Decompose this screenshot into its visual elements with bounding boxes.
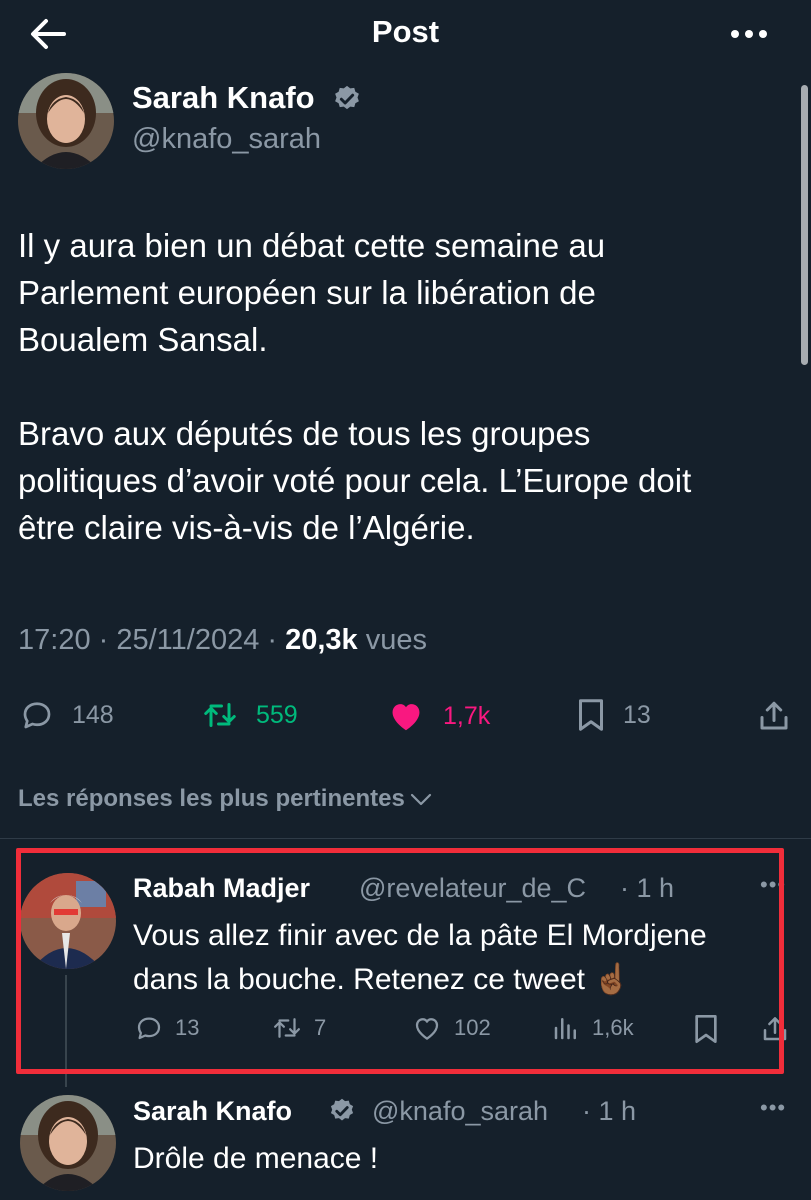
retweet-button[interactable]: 559 <box>200 697 298 733</box>
reply-views-count: 1,6k <box>592 1015 634 1040</box>
like-count: 1,7k <box>443 701 491 730</box>
reply-like-button[interactable]: 102 <box>410 1013 491 1043</box>
author-name[interactable]: Sarah Knafo <box>132 80 315 116</box>
avatar[interactable] <box>18 73 114 169</box>
tweet-timestamp[interactable]: 17:20 · 25/11/2024 · <box>18 624 285 656</box>
bookmark-button[interactable]: 13 <box>575 697 651 733</box>
heart-icon <box>415 1018 439 1040</box>
reply-text: Vous allez finir avec de la pâte El Mord… <box>133 914 707 1002</box>
author-handle[interactable]: @knafo_sarah <box>132 123 321 156</box>
tweet-text: Il y aura bien un débat cette semaine au… <box>18 222 798 551</box>
reply-retweet-button[interactable]: 7 <box>270 1013 326 1043</box>
verified-icon <box>330 1098 354 1121</box>
tweet-line: être claire vis-à-vis de l’Algérie. <box>18 509 475 546</box>
like-button[interactable]: 1,7k <box>385 697 490 735</box>
reply-text-line: Vous allez finir avec de la pâte El Mord… <box>133 919 707 952</box>
thread-line <box>65 975 67 1087</box>
tweet-line: Il y aura bien un débat cette semaine au <box>18 227 606 264</box>
tweet-line: politiques d’avoir voté pour cela. L’Eur… <box>18 462 692 499</box>
share-button[interactable] <box>756 697 792 735</box>
reply-share-button[interactable] <box>760 1013 790 1045</box>
tweet-line: Bravo aux députés de tous les groupes <box>18 415 591 452</box>
reply-author-handle[interactable]: @knafo_sarah <box>372 1096 548 1127</box>
divider <box>0 838 811 839</box>
retweet-icon <box>274 1018 300 1038</box>
reply-button[interactable]: 148 <box>18 697 114 733</box>
views-icon <box>554 1018 576 1040</box>
reply-time[interactable]: · 1 h <box>620 873 674 904</box>
reply-author-name[interactable]: Sarah Knafo <box>133 1096 292 1127</box>
reply-text-line: dans la bouche. Retenez ce tweet ☝🏾 <box>133 963 631 996</box>
page-title: Post <box>371 14 440 49</box>
views-label: vues <box>357 624 428 656</box>
bookmark-icon <box>579 699 603 731</box>
replies-sort-label: Les réponses les plus pertinentes <box>18 785 405 812</box>
reply-text: Drôle de menace ! <box>133 1142 379 1175</box>
reply-avatar[interactable] <box>20 873 116 969</box>
tweet-meta: 17:20 · 25/11/2024 · 20,3k vues <box>18 624 427 657</box>
retweet-count: 559 <box>256 700 298 729</box>
retweet-icon <box>204 703 236 727</box>
verified-icon <box>335 85 359 110</box>
reply-more-icon[interactable]: ••• <box>760 1095 786 1121</box>
share-icon <box>760 701 788 730</box>
scrollbar[interactable] <box>801 85 808 365</box>
chevron-down-icon <box>410 793 431 806</box>
reply-time[interactable]: · 1 h <box>582 1096 636 1127</box>
reply-icon <box>137 1017 161 1040</box>
reply-retweet-count: 7 <box>314 1015 327 1040</box>
view-count[interactable]: 20,3k <box>285 624 358 656</box>
reply-like-count: 102 <box>454 1015 491 1040</box>
reply-avatar[interactable] <box>20 1095 116 1191</box>
replies-sort-dropdown[interactable]: Les réponses les plus pertinentes <box>18 785 434 813</box>
reply-views-button[interactable]: 1,6k <box>550 1013 634 1043</box>
reply-author-name[interactable]: Rabah Madjer <box>133 873 310 904</box>
reply-more-icon[interactable]: ••• <box>760 872 786 898</box>
reply-count: 148 <box>72 700 114 729</box>
bookmark-count: 13 <box>623 700 651 729</box>
tweet-line: Parlement européen sur la libération de <box>18 274 596 311</box>
reply-author-handle[interactable]: @revelateur_de_C <box>359 873 586 904</box>
bookmark-icon <box>695 1015 717 1043</box>
reply-reply-count: 13 <box>175 1015 200 1040</box>
share-icon <box>763 1017 787 1041</box>
tweet-line: Boualem Sansal. <box>18 321 268 358</box>
more-icon[interactable] <box>730 28 768 40</box>
reply-reply-button[interactable]: 13 <box>133 1013 199 1043</box>
reply-icon <box>23 702 51 729</box>
top-bar: Post <box>0 0 811 70</box>
heart-icon <box>392 704 420 731</box>
reply-bookmark-button[interactable] <box>692 1013 720 1045</box>
